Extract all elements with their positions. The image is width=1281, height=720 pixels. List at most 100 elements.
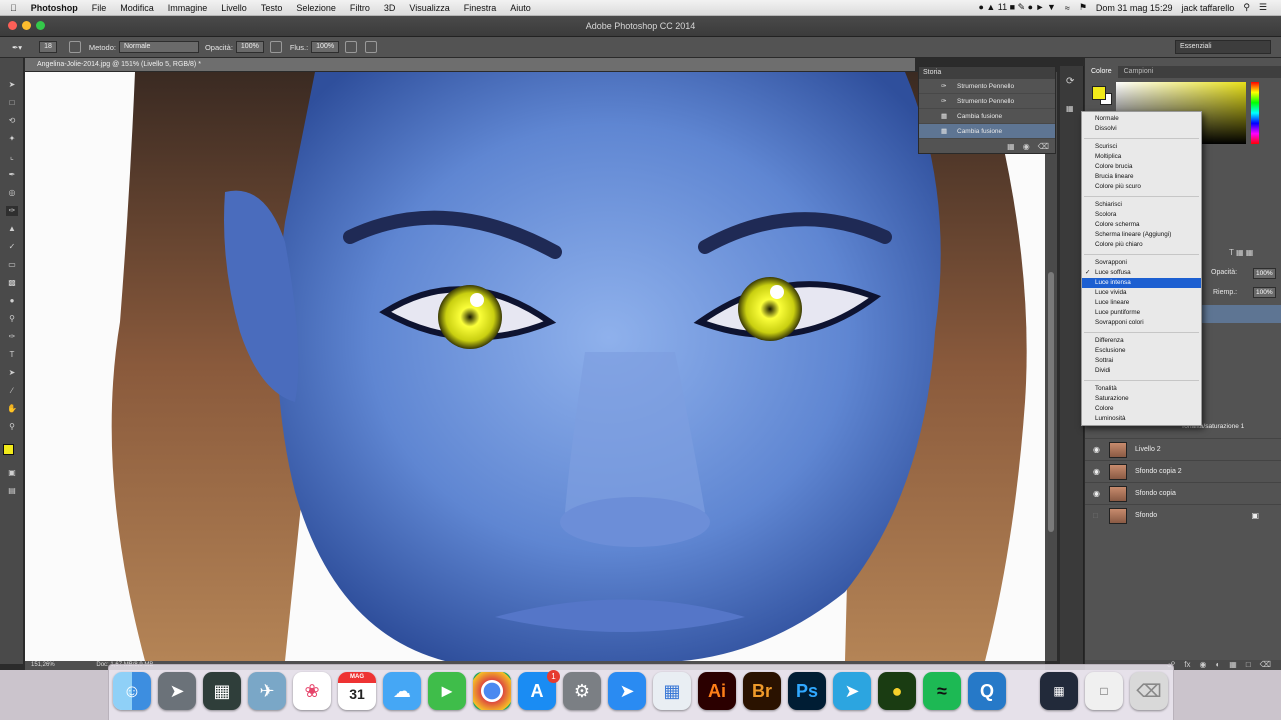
apple-icon[interactable]:  [10,3,17,13]
blend-mode-option[interactable]: Dividi [1082,366,1201,376]
menu-testo[interactable]: Testo [261,3,283,13]
shape-tool-icon[interactable]: ∕ [6,386,18,396]
telegram-icon[interactable]: ➤ [833,672,871,710]
status-icons[interactable]: ● ▲ 11 ■ ✎ ● ► ▼ [978,2,1055,13]
menu-selezione[interactable]: Selezione [296,3,336,13]
downloads-stack-icon[interactable]: ▦ [1040,672,1078,710]
brush-panel-icon[interactable] [68,41,81,53]
list-icon[interactable]: ☰ [1259,2,1267,13]
method-select[interactable]: Normale [118,41,199,53]
facetime-icon[interactable]: ► [428,672,466,710]
blend-mode-option[interactable]: Esclusione [1082,346,1201,356]
filter-icons[interactable]: T ▦ ▦ [1229,248,1253,257]
finder-icon[interactable]: ☺ [113,672,151,710]
layer-fill-input[interactable]: 100% [1253,287,1276,298]
eyedropper-tool-icon[interactable]: ✒ [6,170,18,180]
trash-icon[interactable]: ⌫ [1130,672,1168,710]
visibility-box[interactable]: □ [1093,505,1098,527]
tab-colore[interactable]: Colore [1085,66,1118,78]
history-item[interactable]: ▦ Cambia fusione [919,109,1055,124]
menu-modifica[interactable]: Modifica [120,3,154,13]
blend-mode-option[interactable]: Sottrai [1082,356,1201,366]
menu-aiuto[interactable]: Aiuto [510,3,531,13]
blend-mode-option[interactable]: Normale [1082,114,1201,124]
snapshot-icon[interactable]: ◉ [1023,142,1030,151]
dodge-tool-icon[interactable]: ⚲ [6,314,18,324]
lasso-tool-icon[interactable]: ⟲ [6,116,18,126]
chrome-icon[interactable] [473,672,511,710]
hand-tool-icon[interactable]: ✋ [6,404,18,414]
stamp-tool-icon[interactable]: ▲ [6,224,18,234]
layer-row[interactable]: ◉ Sfondo copia 2 [1085,460,1281,482]
eraser-tool-icon[interactable]: ▭ [6,260,18,270]
blend-mode-option[interactable]: Scherma lineare (Aggiungi) [1082,230,1201,240]
flag-icon[interactable]: ⚑ [1079,2,1087,13]
blend-mode-option[interactable]: Luce lineare [1082,298,1201,308]
gradient-tool-icon[interactable]: ▩ [6,278,18,288]
menu-file[interactable]: File [92,3,107,13]
blend-mode-option[interactable]: Luce intensa [1082,278,1201,288]
blend-mode-option[interactable]: Brucia lineare [1082,172,1201,182]
quick-mask-icon[interactable]: ▣ [6,468,18,478]
launchpad-icon[interactable]: ➤ [158,672,196,710]
blend-mode-option[interactable]: Dissolvi [1082,124,1201,134]
quicktime-icon[interactable]: Q [968,672,1006,710]
pressure-size-icon[interactable] [365,41,378,53]
opacity-input[interactable]: 100% [235,41,264,53]
zoom-button[interactable] [36,21,45,30]
foreground-color-swatch[interactable] [3,444,14,455]
screen-mode-icon[interactable]: ▤ [6,486,18,496]
google-earth-icon[interactable]: ● [878,672,916,710]
menu-app-name[interactable]: Photoshop [31,3,78,13]
calendar-icon[interactable]: MAG 31 [338,672,376,710]
bridge-icon[interactable]: Br [743,672,781,710]
brush-size-preset[interactable]: 18 [39,41,57,53]
layer-opacity-input[interactable]: 100% [1253,268,1276,279]
path-select-tool-icon[interactable]: ➤ [6,368,18,378]
history-item-selected[interactable]: ▦ Cambia fusione [919,124,1055,139]
blur-tool-icon[interactable]: ● [6,296,18,306]
menu-visualizza[interactable]: Visualizza [409,3,449,13]
healing-tool-icon[interactable]: ◎ [6,188,18,198]
blend-mode-option[interactable]: Scolora [1082,210,1201,220]
crop-tool-icon[interactable]: ⌞ [6,152,18,162]
brush-tool-icon[interactable]: ✒▾ [12,43,22,52]
zoom-tool-icon[interactable]: ⚲ [6,422,18,432]
minimize-button[interactable] [22,21,31,30]
hue-slider[interactable] [1251,82,1259,144]
spotify-icon[interactable]: ≈ [923,672,961,710]
eye-icon[interactable]: ◉ [1093,483,1100,505]
history-brush-tool-icon[interactable]: ✓ [6,242,18,252]
trash-icon[interactable]: ⌫ [1038,142,1049,151]
marquee-tool-icon[interactable]: □ [6,98,18,108]
move-tool-icon[interactable]: ➤ [6,80,18,90]
workspace-select[interactable]: Essenziali [1175,40,1271,54]
history-panel-icon[interactable]: ⟳ [1066,76,1074,87]
history-panel-title[interactable]: Storia [919,67,1055,79]
pressure-opacity-icon[interactable] [269,41,282,53]
blend-mode-option[interactable]: Colore più scuro [1082,182,1201,192]
blend-mode-option[interactable]: Luce puntiforme [1082,308,1201,318]
keynote-icon[interactable]: ▦ [653,672,691,710]
blend-mode-option[interactable]: Sovrapponi [1082,258,1201,268]
blend-mode-option[interactable]: Colore scherma [1082,220,1201,230]
preview-icon[interactable]: ✈ [248,672,286,710]
foreground-color-swatch[interactable] [1092,86,1106,100]
photos-icon[interactable]: ❀ [293,672,331,710]
user-name[interactable]: jack taffarello [1181,3,1234,13]
flow-input[interactable]: 100% [311,41,340,53]
blend-mode-option[interactable]: ✓ Luce soffusa [1082,268,1201,278]
blend-mode-option[interactable]: Schiarisci [1082,200,1201,210]
brush-tool-icon-active[interactable]: ✑ [6,206,18,216]
blend-mode-option[interactable]: Sovrapponi colori [1082,318,1201,328]
blend-mode-option[interactable]: Tonalità [1082,384,1201,394]
properties-panel-icon[interactable]: ▦ [1066,104,1074,113]
pen-tool-icon[interactable]: ✑ [6,332,18,342]
close-button[interactable] [8,21,17,30]
history-item[interactable]: ✑ Strumento Pennello [919,79,1055,94]
eye-icon[interactable]: ◉ [1093,461,1100,483]
documents-stack-icon[interactable]: □ [1085,672,1123,710]
menu-filtro[interactable]: Filtro [350,3,370,13]
blend-mode-option[interactable]: Luce vivida [1082,288,1201,298]
history-item[interactable]: ✑ Strumento Pennello [919,94,1055,109]
